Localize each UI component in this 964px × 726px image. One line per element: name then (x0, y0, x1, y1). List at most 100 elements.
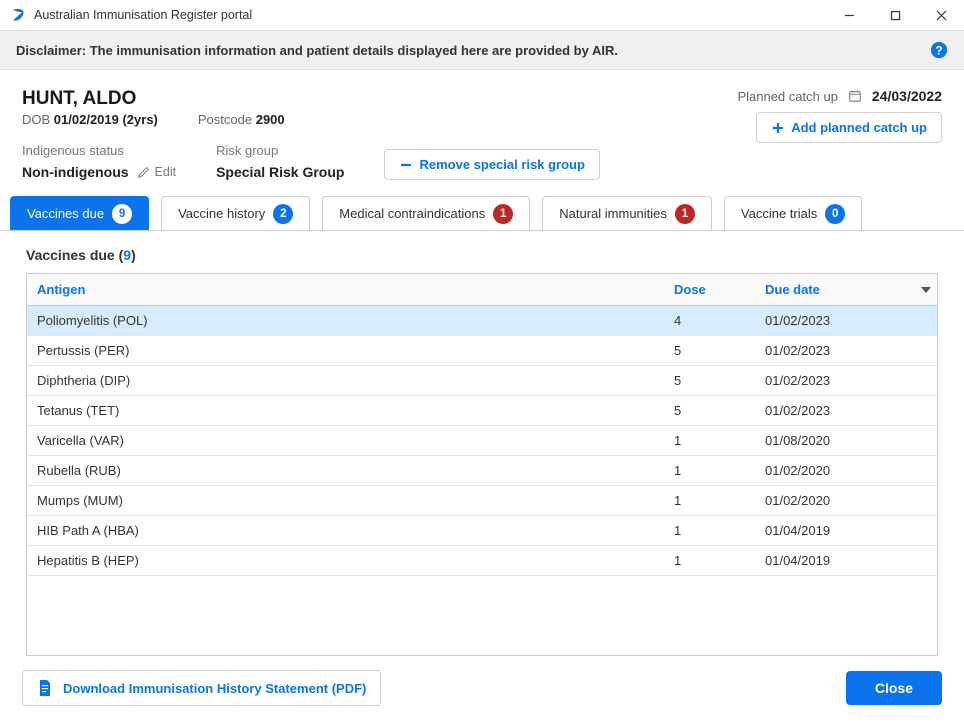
cell-antigen: HIB Path A (HBA) (27, 516, 664, 546)
tab-badge: 1 (675, 204, 695, 224)
column-header-antigen[interactable]: Antigen (27, 274, 664, 306)
calendar-icon (848, 89, 862, 103)
tab-badge: 2 (273, 204, 293, 224)
minus-icon (399, 158, 413, 172)
cell-due: 01/02/2023 (755, 396, 937, 426)
cell-antigen: Mumps (MUM) (27, 486, 664, 516)
download-history-statement-button[interactable]: Download Immunisation History Statement … (22, 670, 381, 706)
vaccines-due-table: Antigen Dose Due date Poliomyelitis (POL… (26, 273, 938, 656)
tab-vaccine-trials[interactable]: Vaccine trials0 (724, 196, 862, 230)
planned-catch-up-date: 24/03/2022 (872, 88, 942, 104)
cell-antigen: Poliomyelitis (POL) (27, 306, 664, 336)
cell-due: 01/02/2023 (755, 366, 937, 396)
tab-natural-immunities[interactable]: Natural immunities1 (542, 196, 712, 230)
add-planned-label: Add planned catch up (791, 120, 927, 135)
cell-dose: 1 (664, 486, 755, 516)
edit-label: Edit (155, 165, 177, 179)
close-window-button[interactable] (918, 0, 964, 30)
tab-badge: 1 (493, 204, 513, 224)
dob-block: DOB 01/02/2019 (2yrs) (22, 112, 158, 127)
table-row[interactable]: HIB Path A (HBA)101/04/2019 (27, 516, 937, 546)
help-icon[interactable]: ? (930, 41, 948, 59)
patient-header: HUNT, ALDO DOB 01/02/2019 (2yrs) Postcod… (0, 70, 964, 190)
postcode-label: Postcode (198, 112, 252, 127)
tab-label: Vaccine history (178, 206, 265, 221)
cell-dose: 1 (664, 546, 755, 576)
maximize-button[interactable] (872, 0, 918, 30)
cell-due: 01/04/2019 (755, 546, 937, 576)
sort-descending-icon (921, 287, 931, 293)
table-row[interactable]: Mumps (MUM)101/02/2020 (27, 486, 937, 516)
download-label: Download Immunisation History Statement … (63, 681, 366, 696)
table-row[interactable]: Hepatitis B (HEP)101/04/2019 (27, 546, 937, 576)
section-title: Vaccines due (26, 247, 115, 263)
edit-indigenous-status-button[interactable]: Edit (137, 165, 177, 179)
close-icon (936, 10, 947, 21)
pencil-icon (137, 165, 151, 179)
cell-due: 01/08/2020 (755, 426, 937, 456)
tab-medical-contraindications[interactable]: Medical contraindications 1 (322, 196, 530, 230)
table-row[interactable]: Rubella (RUB)101/02/2020 (27, 456, 937, 486)
indigenous-status-block: Indigenous status Non-indigenous Edit (22, 143, 176, 180)
cell-dose: 5 (664, 336, 755, 366)
table-row[interactable]: Pertussis (PER)501/02/2023 (27, 336, 937, 366)
svg-text:?: ? (935, 45, 942, 58)
tab-vaccines-due[interactable]: Vaccines due9 (10, 196, 149, 230)
disclaimer-bar: Disclaimer: The immunisation information… (0, 30, 964, 70)
window-controls (826, 0, 964, 30)
telstra-logo-icon (10, 7, 26, 23)
cell-antigen: Rubella (RUB) (27, 456, 664, 486)
indigenous-status-value: Non-indigenous (22, 164, 129, 180)
risk-group-block: Risk group Special Risk Group (216, 143, 344, 180)
cell-due: 01/02/2020 (755, 456, 937, 486)
tab-label: Medical contraindications (339, 206, 485, 221)
title-bar: Australian Immunisation Register portal (0, 0, 964, 30)
table-row[interactable]: Poliomyelitis (POL)401/02/2023 (27, 306, 937, 336)
table-row[interactable]: Tetanus (TET)501/02/2023 (27, 396, 937, 426)
tab-badge: 0 (825, 204, 845, 224)
cell-due: 01/02/2023 (755, 336, 937, 366)
add-planned-catch-up-button[interactable]: Add planned catch up (756, 112, 942, 143)
section-heading: Vaccines due (9) (0, 231, 964, 273)
document-icon (37, 679, 53, 697)
cell-antigen: Diphtheria (DIP) (27, 366, 664, 396)
column-header-dose[interactable]: Dose (664, 274, 755, 306)
cell-due: 01/04/2019 (755, 516, 937, 546)
table-empty-space (27, 576, 937, 655)
column-header-due-date[interactable]: Due date (755, 274, 937, 306)
cell-due: 01/02/2020 (755, 486, 937, 516)
dob-value: 01/02/2019 (2yrs) (54, 112, 158, 127)
tab-label: Vaccines due (27, 206, 104, 221)
cell-dose: 5 (664, 396, 755, 426)
cell-dose: 4 (664, 306, 755, 336)
cell-antigen: Hepatitis B (HEP) (27, 546, 664, 576)
patient-summary: HUNT, ALDO DOB 01/02/2019 (2yrs) Postcod… (22, 88, 737, 180)
table-row[interactable]: Diphtheria (DIP)501/02/2023 (27, 366, 937, 396)
minimize-icon (844, 10, 855, 21)
patient-name: HUNT, ALDO (22, 88, 737, 110)
table-row[interactable]: Varicella (VAR)101/08/2020 (27, 426, 937, 456)
app-window: Australian Immunisation Register portal … (0, 0, 964, 726)
window-title: Australian Immunisation Register portal (34, 8, 252, 22)
section-count: 9 (123, 247, 131, 263)
due-date-header-text: Due date (765, 282, 820, 297)
maximize-icon (890, 10, 901, 21)
cell-antigen: Varicella (VAR) (27, 426, 664, 456)
cell-dose: 1 (664, 426, 755, 456)
disclaimer-text: Disclaimer: The immunisation information… (16, 43, 618, 58)
cell-due: 01/02/2023 (755, 306, 937, 336)
planned-catch-up-label: Planned catch up (737, 89, 837, 104)
dialog-footer: Download Immunisation History Statement … (0, 656, 964, 726)
close-button[interactable]: Close (846, 671, 942, 705)
planned-catch-up-block: Planned catch up 24/03/2022 Add planned … (737, 88, 942, 180)
cell-dose: 1 (664, 516, 755, 546)
tab-vaccine-history[interactable]: Vaccine history 2 (161, 196, 310, 230)
risk-group-label: Risk group (216, 143, 344, 158)
dob-label: DOB (22, 112, 50, 127)
risk-group-value: Special Risk Group (216, 164, 344, 180)
cell-antigen: Tetanus (TET) (27, 396, 664, 426)
remove-risk-group-button[interactable]: Remove special risk group (384, 149, 599, 180)
minimize-button[interactable] (826, 0, 872, 30)
cell-dose: 1 (664, 456, 755, 486)
cell-dose: 5 (664, 366, 755, 396)
